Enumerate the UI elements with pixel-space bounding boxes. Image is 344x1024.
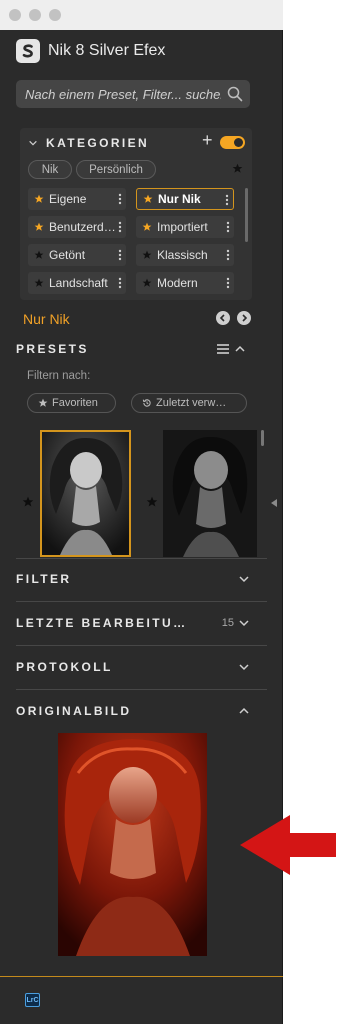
divider: [16, 689, 267, 690]
more-dots-icon[interactable]: [226, 276, 230, 290]
filter-section-title: FILTER: [16, 572, 72, 586]
zoom-window-button[interactable]: [49, 9, 61, 21]
star-icon[interactable]: [34, 222, 44, 232]
favorites-filter-label: Favoriten: [52, 397, 98, 409]
original-section-title: ORIGINALBILD: [16, 704, 132, 718]
add-category-plus-icon[interactable]: +: [202, 131, 213, 149]
recent-filter-label: Zuletzt verw…: [156, 397, 227, 409]
categories-header[interactable]: KATEGORIEN: [28, 136, 149, 150]
star-icon[interactable]: [34, 194, 44, 204]
category-label: Nur Nik: [158, 192, 201, 206]
category-label: Getönt: [49, 248, 86, 262]
preset-bw-portrait-image: [42, 432, 129, 555]
filter-section-header[interactable]: FILTER: [16, 569, 250, 589]
more-dots-icon[interactable]: [118, 220, 122, 234]
collapse-panel-arrow-icon[interactable]: [271, 499, 277, 507]
title-bar: [0, 0, 283, 30]
star-icon[interactable]: [143, 194, 153, 204]
pill-persoenlich[interactable]: Persönlich: [76, 160, 156, 179]
preset-favorite-star-icon[interactable]: [22, 496, 34, 508]
category-label: Landschaft: [49, 276, 108, 290]
chevron-down-icon[interactable]: [238, 573, 250, 585]
current-category-label: Nur Nik: [23, 311, 70, 327]
search-icon[interactable]: [227, 86, 243, 102]
preset-favorite-star-icon[interactable]: [146, 496, 158, 508]
search-box[interactable]: [16, 80, 250, 108]
star-icon: [38, 398, 48, 407]
protocol-section-title: PROTOKOLL: [16, 660, 113, 674]
category-getoent[interactable]: Getönt: [28, 244, 126, 266]
previous-category-button[interactable]: [216, 311, 230, 325]
presets-title: PRESETS: [16, 342, 89, 356]
category-label: Modern: [157, 276, 198, 290]
categories-title: KATEGORIEN: [46, 136, 150, 150]
category-benutzerdefiniert[interactable]: Benutzerd…: [28, 216, 126, 238]
category-importiert[interactable]: Importiert: [136, 216, 234, 238]
star-icon[interactable]: [34, 250, 44, 260]
silver-efex-logo-icon: [16, 39, 40, 63]
category-eigene[interactable]: Eigene: [28, 188, 126, 210]
minimize-window-button[interactable]: [29, 9, 41, 21]
divider: [16, 645, 267, 646]
chevron-down-icon[interactable]: [238, 661, 250, 673]
filter-by-label: Filtern nach:: [27, 370, 91, 382]
star-icon[interactable]: [34, 278, 44, 288]
original-section-header[interactable]: ORIGINALBILD: [16, 701, 250, 721]
category-nur-nik[interactable]: Nur Nik: [136, 188, 234, 210]
more-dots-icon[interactable]: [226, 220, 230, 234]
category-modern[interactable]: Modern: [136, 272, 234, 294]
search-input[interactable]: [25, 86, 221, 102]
history-section-header[interactable]: LETZTE BEARBEITU… 15: [16, 613, 250, 633]
star-icon[interactable]: [142, 222, 152, 232]
chevron-up-icon[interactable]: [234, 343, 246, 355]
red-annotation-arrow-icon: [240, 815, 336, 875]
more-dots-icon[interactable]: [226, 248, 230, 262]
history-section-title: LETZTE BEARBEITU…: [16, 616, 188, 630]
category-klassisch[interactable]: Klassisch: [136, 244, 234, 266]
preset-thumbnail[interactable]: [163, 430, 257, 557]
original-image: [58, 733, 207, 956]
recent-filter-button[interactable]: Zuletzt verw…: [131, 393, 247, 413]
close-window-button[interactable]: [9, 9, 21, 21]
favorites-filter-button[interactable]: Favoriten: [27, 393, 116, 413]
categories-toggle[interactable]: [220, 136, 245, 149]
pill-nik[interactable]: Nik: [28, 160, 72, 179]
category-label: Klassisch: [157, 248, 208, 262]
chevron-down-icon[interactable]: [238, 617, 250, 629]
categories-panel: KATEGORIEN + Nik Persönlich Eigene Nur N…: [20, 128, 252, 300]
preset-dark-portrait-image: [163, 430, 257, 557]
divider: [16, 558, 267, 559]
preset-thumbnail[interactable]: [40, 430, 131, 557]
presets-scrollbar[interactable]: [261, 430, 264, 446]
app-title: Nik 8 Silver Efex: [48, 42, 166, 59]
star-icon[interactable]: [142, 278, 152, 288]
category-landschaft[interactable]: Landschaft: [28, 272, 126, 294]
protocol-section-header[interactable]: PROTOKOLL: [16, 657, 250, 677]
category-label: Benutzerd…: [49, 220, 116, 234]
chevron-down-icon[interactable]: [28, 138, 38, 148]
star-filter-icon[interactable]: [232, 163, 243, 174]
chevron-up-icon[interactable]: [238, 705, 250, 717]
next-category-button[interactable]: [237, 311, 251, 325]
divider: [16, 601, 267, 602]
list-view-icon[interactable]: [216, 343, 230, 355]
history-icon: [142, 399, 151, 407]
app-header: Nik 8 Silver Efex: [16, 38, 165, 64]
more-dots-icon[interactable]: [118, 276, 122, 290]
lightroom-classic-badge[interactable]: LrC: [25, 993, 40, 1007]
more-dots-icon[interactable]: [225, 193, 229, 207]
history-count-badge: 15: [221, 617, 234, 629]
bottom-accent-line: [0, 976, 283, 977]
chevron-right-icon: [242, 314, 248, 322]
category-label: Importiert: [157, 220, 208, 234]
more-dots-icon[interactable]: [118, 248, 122, 262]
star-icon[interactable]: [142, 250, 152, 260]
more-dots-icon[interactable]: [118, 192, 122, 206]
chevron-left-icon: [219, 314, 225, 322]
categories-scrollbar[interactable]: [245, 188, 248, 242]
category-label: Eigene: [49, 192, 87, 206]
